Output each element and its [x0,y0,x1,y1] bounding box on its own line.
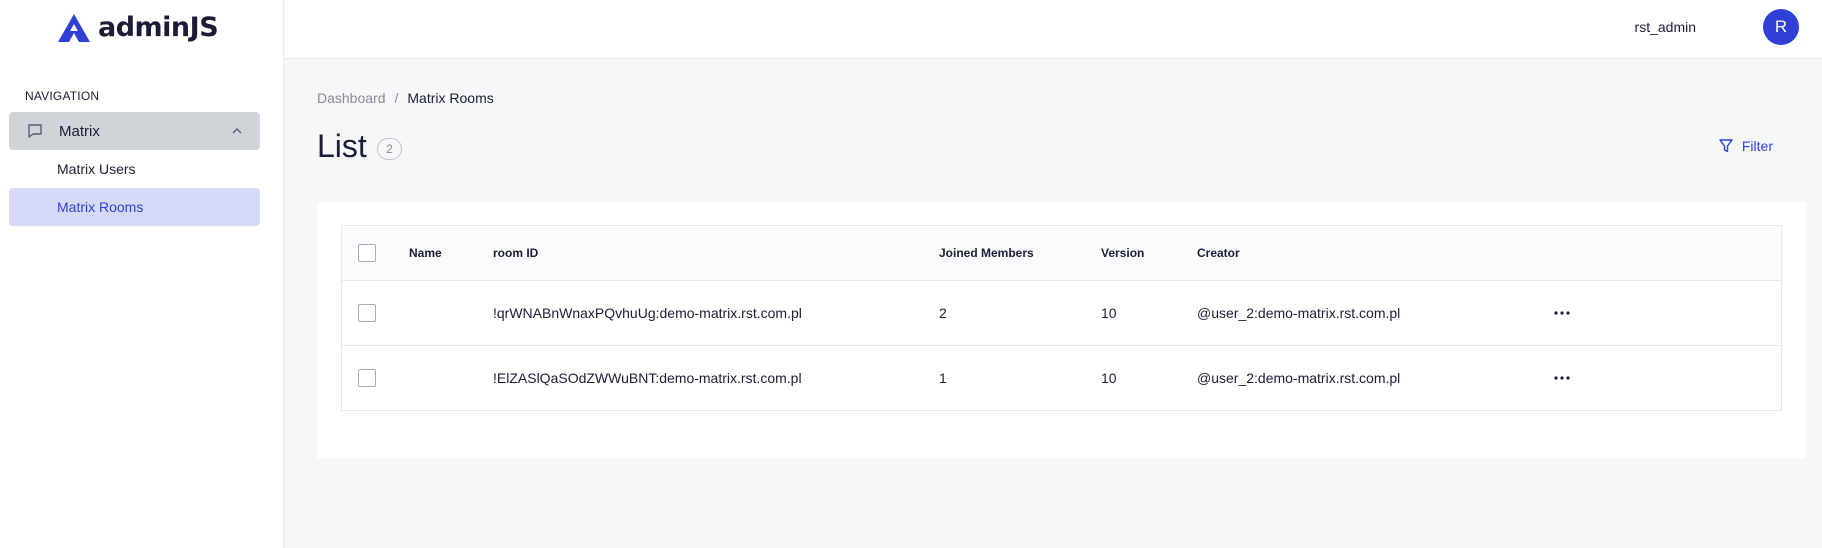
nav-heading: NAVIGATION [25,89,100,103]
chevron-up-icon[interactable] [230,124,244,138]
cell-room-id: !qrWNABnWnaxPQvhuUg:demo-matrix.rst.com.… [493,305,802,321]
table-row[interactable]: !ElZASlQaSOdZWWuBNT:demo-matrix.rst.com.… [342,345,1781,410]
sidebar-item-matrix-rooms[interactable]: Matrix Rooms [9,188,260,226]
filter-button[interactable]: Filter [1718,138,1773,154]
cell-joined-members: 1 [939,370,947,386]
column-header-creator[interactable]: Creator [1197,226,1240,280]
cell-creator: @user_2:demo-matrix.rst.com.pl [1197,370,1401,386]
cell-version: 10 [1101,370,1117,386]
column-header-name[interactable]: Name [409,226,442,280]
select-all-checkbox[interactable] [358,244,376,262]
breadcrumb: Dashboard / Matrix Rooms [317,90,494,106]
row-checkbox[interactable] [358,304,376,322]
adminjs-logo-icon [58,13,90,42]
breadcrumb-separator: / [394,90,399,106]
sidebar-item-matrix[interactable]: Matrix [9,112,260,150]
cell-creator: @user_2:demo-matrix.rst.com.pl [1197,305,1401,321]
page-title: List [317,128,367,164]
filter-icon [1719,139,1733,153]
sidebar: adminJS NAVIGATION Matrix Matrix Users M… [0,0,284,548]
avatar[interactable]: R [1763,9,1799,45]
column-header-joined-members[interactable]: Joined Members [939,226,1034,280]
sidebar-item-label: Matrix [59,122,100,140]
table-header-row: Name room ID Joined Members Version Crea… [342,226,1781,280]
cell-room-id: !ElZASlQaSOdZWWuBNT:demo-matrix.rst.com.… [493,370,802,386]
sidebar-item-matrix-users[interactable]: Matrix Users [9,150,260,188]
cell-joined-members: 2 [939,305,947,321]
column-header-room-id[interactable]: room ID [493,226,538,280]
records-table: Name room ID Joined Members Version Crea… [341,225,1782,411]
logo[interactable]: adminJS [58,12,219,43]
username[interactable]: rst_admin [1635,19,1696,35]
list-card: Name room ID Joined Members Version Crea… [317,202,1806,459]
cell-version: 10 [1101,305,1117,321]
breadcrumb-current: Matrix Rooms [407,90,494,106]
breadcrumb-dashboard-link[interactable]: Dashboard [317,90,386,106]
filter-label: Filter [1741,138,1773,154]
row-actions-more-icon[interactable] [1552,368,1572,388]
record-count-badge: 2 [377,138,402,160]
column-header-version[interactable]: Version [1101,226,1144,280]
topbar: rst_admin R [285,0,1822,59]
logo-text: adminJS [98,12,219,43]
table-row[interactable]: !qrWNABnWnaxPQvhuUg:demo-matrix.rst.com.… [342,280,1781,345]
row-checkbox[interactable] [358,369,376,387]
chat-bubble-icon [28,124,42,138]
row-actions-more-icon[interactable] [1552,303,1572,323]
